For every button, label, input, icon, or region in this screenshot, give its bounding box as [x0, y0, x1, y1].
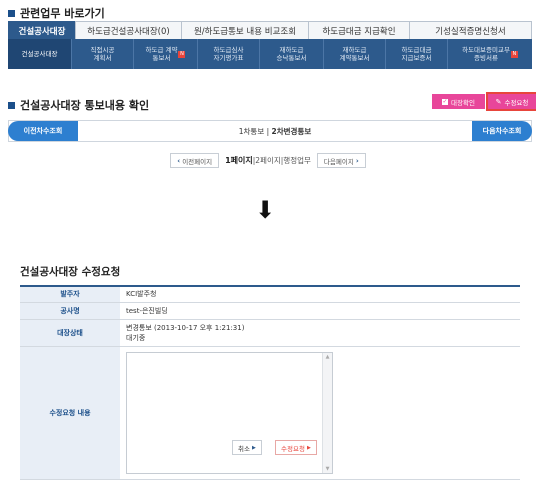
scroll-up-icon: ▲: [325, 353, 330, 360]
bullet-square-icon: [8, 9, 15, 17]
status-value-line2: 대기중: [126, 333, 146, 342]
form-row-client: 발주자 KCI발주청: [20, 286, 520, 303]
button-label: 이전차수조회: [23, 127, 63, 135]
client-value: KCI발주청: [120, 286, 520, 303]
chevron-left-icon: ‹: [177, 156, 181, 165]
tab-payment-confirm[interactable]: 하도급대금 지급확인: [308, 21, 410, 39]
button-label: 취소: [238, 444, 250, 453]
arrow-right-icon: ▶: [252, 444, 256, 451]
subtab-label: 하도급대금 지급보증서: [401, 46, 432, 62]
revision-current: 2차변경통보: [271, 126, 312, 136]
button-label: 다음페이지: [323, 157, 354, 166]
subtab-resub-approval[interactable]: 재하도급 승낙통보서: [260, 39, 324, 69]
project-value: test-은진빌딩: [120, 302, 520, 320]
scroll-down-icon: ▼: [325, 465, 330, 472]
chevron-right-icon: ›: [355, 156, 359, 165]
tab-construction-ledger[interactable]: 건설공사대장: [8, 21, 76, 39]
subtab-resub-contract[interactable]: 재하도급 계약통보서: [324, 39, 386, 69]
subtab-direct-plan[interactable]: 직접시공 계획서: [72, 39, 134, 69]
bullet-square-icon: [8, 101, 15, 109]
subtab-label: 재하도급 계약통보서: [339, 46, 370, 62]
subtab-self-evaluation[interactable]: 하도급심사 자기평가표: [198, 39, 260, 69]
next-page-button[interactable]: 다음페이지 ›: [316, 153, 366, 168]
tab-label: 하도급건설공사대장(0): [87, 26, 170, 37]
subtab-construction-ledger[interactable]: 건설공사대장: [8, 39, 72, 69]
subtab-label: 직접시공 계획서: [90, 46, 115, 62]
form-row-content: 수정요청 내용 ▲ ▼: [20, 346, 520, 480]
page-2-link[interactable]: 2페이지: [255, 155, 280, 166]
main-tabs: 건설공사대장 하도급건설공사대장(0) 원/하도급통보 내용 비교조회 하도급대…: [8, 21, 532, 39]
tab-subcontract-ledger[interactable]: 하도급건설공사대장(0): [75, 21, 182, 39]
subtab-label: 하도급 계약 통보서: [145, 46, 178, 62]
status-value-line1: 변경통보 (2013-10-17 오후 1:21:31): [126, 323, 245, 332]
subtab-label: 하도급심사 자기평가표: [213, 46, 244, 62]
client-label: 발주자: [20, 286, 120, 303]
button-label: 이전페이지: [182, 157, 213, 166]
form-row-project: 공사명 test-은진빌딩: [20, 302, 520, 320]
button-label: 대장확인: [451, 98, 475, 107]
subtab-label: 건설공사대장: [21, 50, 58, 58]
section-title-related: 관련업무 바로가기: [8, 5, 105, 21]
tab-label: 원/하도급통보 내용 비교조회: [193, 26, 297, 37]
check-icon: ✓: [442, 97, 449, 105]
tab-label: 하도급대금 지급확인: [322, 26, 396, 37]
button-label: 다음차수조회: [482, 127, 522, 135]
edit-content-textarea[interactable]: ▲ ▼: [126, 351, 333, 474]
subtab-guarantee-docs[interactable]: 하도대보증미교부 증빙서류 N: [448, 39, 532, 69]
cancel-button[interactable]: 취소 ▶: [232, 440, 262, 455]
edit-request-button[interactable]: ✎ 수정요청: [486, 92, 536, 111]
tab-performance-cert[interactable]: 기성실적증명신청서: [409, 21, 532, 39]
revision-navigator: 이전차수조회 1차통보 | 2차변경통보 다음차수조회: [8, 120, 532, 142]
tab-compare-notices[interactable]: 원/하도급통보 내용 비교조회: [181, 21, 309, 39]
pencil-icon: ✎: [495, 97, 502, 106]
status-label: 대장상태: [20, 319, 120, 347]
subtab-subcontract-notice[interactable]: 하도급 계약 통보서 N: [134, 39, 198, 69]
content-label: 수정요청 내용: [20, 346, 120, 480]
page-navigator: ‹ 이전페이지 1페이지 | 2페이지 | 행정업무 다음페이지 ›: [0, 153, 536, 168]
arrow-right-icon: ▶: [307, 444, 311, 451]
subtab-label: 하도대보증미교부 증빙서류: [462, 46, 510, 62]
subtab-label: 재하도급 승낙통보서: [276, 46, 307, 62]
section-title-notice-check: 건설공사대장 통보내용 확인: [8, 97, 149, 113]
page-1-link[interactable]: 1페이지: [225, 155, 253, 166]
revision-first: 1차통보 |: [238, 126, 272, 136]
section-title-text: 관련업무 바로가기: [20, 7, 105, 20]
form-row-status: 대장상태 변경통보 (2013-10-17 오후 1:21:31) 대기중: [20, 319, 520, 347]
submit-request-button[interactable]: 수정요청 ▶: [275, 440, 317, 455]
ledger-confirm-button[interactable]: ✓ 대장확인: [432, 94, 485, 109]
admin-link[interactable]: 행정업무: [283, 155, 311, 166]
edit-request-form: 발주자 KCI발주청 공사명 test-은진빌딩 대장상태 변경통보 (2013…: [20, 285, 520, 480]
textarea-scrollbar[interactable]: ▲ ▼: [322, 352, 332, 473]
section-title-text: 건설공사대장 통보내용 확인: [20, 99, 150, 112]
prev-revision-button[interactable]: 이전차수조회: [8, 121, 78, 141]
subtab-payment-guarantee[interactable]: 하도급대금 지급보증서: [386, 39, 448, 69]
new-badge-icon: N: [178, 50, 186, 58]
sub-tabs: 건설공사대장 직접시공 계획서 하도급 계약 통보서 N 하도급심사 자기평가표 …: [8, 39, 532, 69]
new-badge-icon: N: [510, 50, 518, 58]
form-title: 건설공사대장 수정요청: [20, 266, 121, 278]
next-revision-button[interactable]: 다음차수조회: [472, 121, 532, 141]
revision-label: 1차통보 | 2차변경통보: [78, 126, 472, 137]
project-label: 공사명: [20, 302, 120, 320]
status-value: 변경통보 (2013-10-17 오후 1:21:31) 대기중: [120, 319, 520, 347]
down-arrow-icon: ⬇: [255, 196, 276, 224]
tab-label: 기성실적증명신청서: [435, 26, 506, 37]
tab-label: 건설공사대장: [18, 26, 66, 37]
content-cell: ▲ ▼: [120, 346, 520, 480]
button-label: 수정요청: [281, 444, 305, 453]
prev-page-button[interactable]: ‹ 이전페이지: [170, 153, 220, 168]
button-label: 수정요청: [504, 98, 529, 107]
